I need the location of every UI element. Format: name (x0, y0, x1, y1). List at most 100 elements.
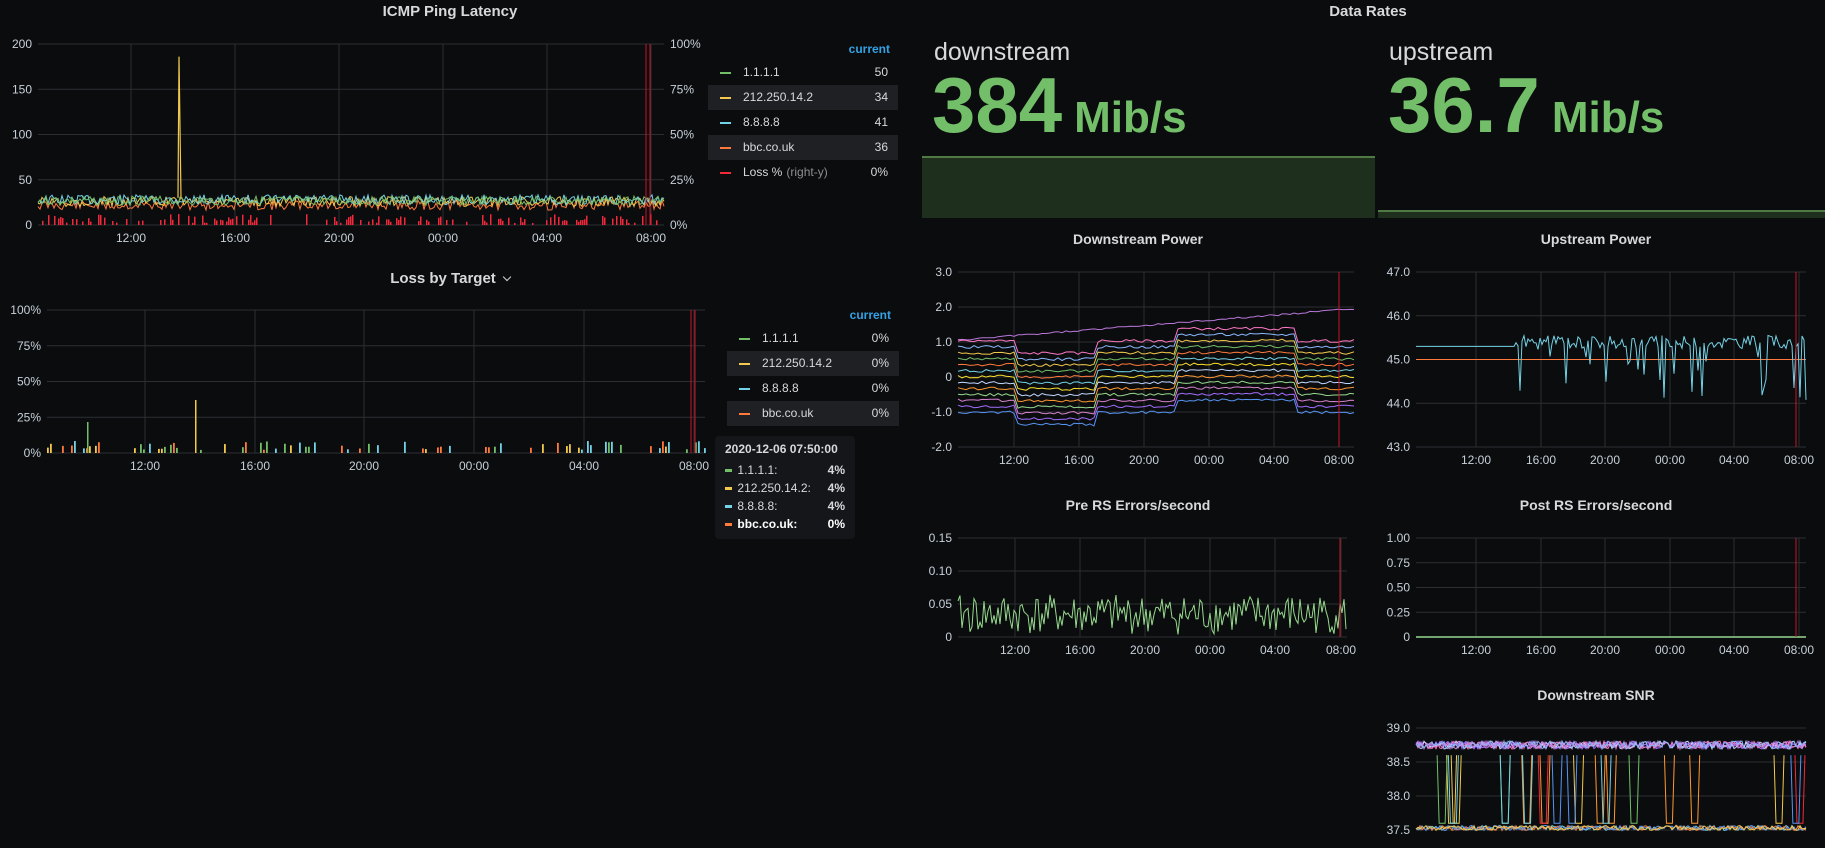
chevron-down-icon[interactable] (502, 272, 512, 282)
legend-current-value: 0% (871, 406, 889, 420)
loss-bar (138, 220, 140, 225)
y-tick-label: 2.0 (935, 300, 952, 314)
loss-by-target-chart[interactable]: 100% 75% 50% 25% 0% 12:00 16:00 20:00 00:00 04:00… (0, 296, 715, 481)
loss-bar (158, 448, 160, 453)
legend-series-name: 1.1.1.1 (743, 65, 780, 79)
loss-bar (704, 448, 706, 453)
loss-bar (48, 215, 50, 225)
loss-bar (60, 216, 62, 225)
downstream-value: 384 Mib/s (932, 60, 1187, 151)
loss-bar (422, 448, 424, 453)
legend-series-name: bbc.co.uk (762, 406, 814, 420)
loss-bar (224, 444, 226, 453)
panel-title-downstream-power[interactable]: Downstream Power (988, 231, 1288, 247)
loss-bar (88, 218, 90, 225)
post-rs-errors-chart[interactable]: 1.00 0.75 0.50 0.25 0 12:00 16:00 20:00 00:00 04:… (1378, 525, 1818, 665)
x-tick-label: 00:00 (459, 459, 489, 473)
loss-bar (557, 442, 559, 453)
legend-item[interactable]: Loss % (right-y) 0% (708, 160, 898, 185)
y-tick-label: 0.75 (1387, 556, 1411, 570)
loss-bar (602, 215, 604, 225)
panel-title-data-rates[interactable]: Data Rates (1218, 3, 1518, 20)
y-tick-label: 0 (25, 218, 32, 232)
panel-title-post-rs[interactable]: Post RS Errors/second (1446, 497, 1746, 513)
loss-bar (245, 442, 247, 453)
y-tick-label: -1.0 (931, 405, 952, 419)
loss-bar (232, 218, 234, 225)
loss-bar (74, 441, 76, 453)
tooltip-series-name: 1.1.1.1: (737, 463, 778, 477)
y-tick-label: 38.0 (1387, 789, 1411, 803)
loss-bar (161, 448, 163, 453)
loss-bar (266, 441, 268, 453)
loss-bar (566, 220, 568, 225)
legend-item[interactable]: bbc.co.uk 36 (708, 135, 898, 160)
loss-bar (428, 221, 430, 225)
legend-item[interactable]: 8.8.8.8 41 (708, 110, 898, 135)
x-tick-label: 08:00 (1784, 643, 1814, 657)
loss-bar (346, 219, 348, 225)
loss-bar (220, 219, 222, 225)
loss-bar (650, 446, 652, 453)
series-line (957, 338, 1355, 367)
loss-bar (587, 441, 589, 453)
x-tick-label: 12:00 (1461, 453, 1491, 467)
legend-current-value: 0% (871, 331, 889, 345)
loss-bar (348, 217, 350, 225)
legend-series-name: bbc.co.uk (743, 140, 795, 154)
loss-bar (566, 446, 568, 453)
panel-title-loss[interactable]: Loss by Target (300, 270, 600, 287)
panel-title-upstream-power[interactable]: Upstream Power (1446, 231, 1746, 247)
legend-item[interactable]: bbc.co.uk 0% (727, 401, 899, 426)
loss-bar (426, 219, 428, 225)
loss-bar (334, 216, 336, 225)
loss-bar (222, 220, 224, 225)
upstream-unit: Mib/s (1551, 93, 1665, 142)
panel-title-icmp[interactable]: ICMP Ping Latency (300, 3, 600, 20)
tooltip-row: 8.8.8.8: 4% (725, 497, 845, 515)
x-tick-label: 08:00 (1784, 453, 1814, 467)
tooltip-time: 2020-12-06 07:50:00 (725, 442, 838, 456)
loss-bar (100, 215, 102, 225)
loss-bar (659, 448, 661, 453)
legend-series-name: 212.250.14.2 (762, 356, 833, 370)
loss-bar (642, 215, 644, 225)
legend-item[interactable]: 212.250.14.2 0% (727, 351, 899, 376)
loss-bar (143, 449, 145, 453)
loss-bar (149, 443, 151, 453)
legend-current-header[interactable]: current (727, 304, 899, 326)
loss-bar (306, 214, 308, 225)
loss-bar (226, 221, 228, 225)
legend-item[interactable]: 1.1.1.1 50 (708, 60, 898, 85)
icmp-latency-chart[interactable]: 200 150 100 50 0 100% 75% 50% 25% 0% 12:00 16:00 20:… (0, 28, 712, 253)
upstream-power-chart[interactable]: 47.0 46.0 45.0 44.0 43.0 12:00 16:00 20:00 00:00… (1378, 260, 1818, 470)
x-tick-label: 20:00 (1590, 643, 1620, 657)
loss-bar (440, 446, 442, 453)
downstream-snr-chart[interactable]: 39.038.538.037.537.0 (1378, 712, 1825, 848)
panel-title-downstream-snr[interactable]: Downstream SNR (1446, 687, 1746, 703)
loss-bar (164, 219, 166, 225)
legend-current-value: 34 (874, 90, 888, 104)
panel-title-pre-rs[interactable]: Pre RS Errors/second (988, 497, 1288, 513)
legend-item[interactable]: 212.250.14.2 34 (708, 85, 898, 110)
loss-bar (260, 442, 262, 453)
tooltip-row: 212.250.14.2: 4% (725, 479, 845, 497)
legend-current-header[interactable]: current (708, 38, 898, 60)
x-tick-label: 08:00 (1324, 453, 1354, 467)
loss-bar (452, 219, 454, 225)
loss-bar (256, 217, 258, 225)
snr-dip (1663, 755, 1675, 824)
series-color-swatch (725, 504, 733, 508)
loss-bar (202, 215, 204, 225)
legend-item[interactable]: 8.8.8.8 0% (727, 376, 899, 401)
loss-bar (250, 215, 252, 225)
loss-bar (500, 443, 502, 453)
legend-item[interactable]: 1.1.1.1 0% (727, 326, 899, 351)
pre-rs-errors-chart[interactable]: 0.15 0.10 0.05 0 12:00 16:00 20:00 00:00 04:00 08… (920, 525, 1360, 665)
legend-series-name: 1.1.1.1 (762, 331, 799, 345)
loss-bar (172, 219, 174, 225)
loss-bar (192, 222, 194, 225)
loss-bar (254, 220, 256, 225)
downstream-power-chart[interactable]: 3.0 2.0 1.0 0 -1.0 -2.0 12:00 16:00 20:00 00:00 04… (920, 260, 1360, 470)
loss-bar (50, 443, 52, 453)
